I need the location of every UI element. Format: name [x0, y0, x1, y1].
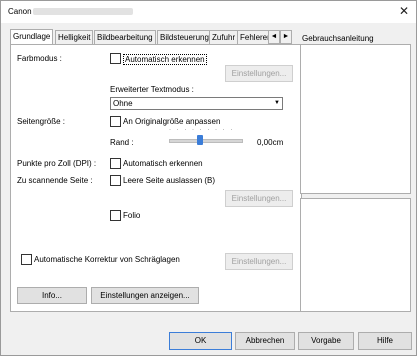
- farbmodus-settings-button[interactable]: Einstellungen...: [225, 65, 293, 82]
- rand-slider-track[interactable]: [169, 139, 243, 143]
- tab-zufuhr[interactable]: Zufuhr: [209, 30, 239, 44]
- help-title: Gebrauchsanleitung: [302, 34, 374, 43]
- textmodus-select[interactable]: Ohne ▼: [110, 97, 283, 110]
- skew-settings-button[interactable]: Einstellungen...: [225, 253, 293, 270]
- farbmodus-auto-label[interactable]: Automatisch erkennen: [123, 54, 207, 65]
- dpi-auto-label: Automatisch erkennen: [123, 159, 203, 168]
- scan-side-label: Zu scannende Seite :: [17, 176, 93, 185]
- tab-bildsteuerung[interactable]: Bildsteuerung: [157, 30, 212, 44]
- seitengroesse-match-checkbox[interactable]: [110, 116, 121, 127]
- title-redacted: [33, 8, 133, 15]
- textmodus-label: Erweiterter Textmodus :: [110, 85, 194, 94]
- rand-slider-thumb[interactable]: [197, 135, 203, 145]
- textmodus-value: Ohne: [113, 99, 133, 108]
- help-button[interactable]: Hilfe: [358, 332, 412, 350]
- title-bar: Canon ✕: [1, 1, 416, 23]
- rand-value: 0,00cm: [257, 138, 284, 147]
- dpi-label: Punkte pro Zoll (DPI) :: [17, 159, 97, 168]
- scan-side-settings-button[interactable]: Einstellungen...: [225, 190, 293, 207]
- close-icon[interactable]: ✕: [399, 4, 409, 18]
- tab-panel-grundlage: Farbmodus : Automatisch erkennen Einstel…: [10, 44, 302, 312]
- skip-blank-checkbox[interactable]: [110, 175, 121, 186]
- skew-label: Automatische Korrektur von Schräglagen: [34, 255, 180, 264]
- help-pane-top: [300, 44, 411, 194]
- tab-fehlererkennung[interactable]: Fehlererk: [237, 30, 270, 44]
- rand-label: Rand :: [110, 138, 134, 147]
- default-button[interactable]: Vorgabe: [298, 332, 354, 350]
- rand-slider-ticks: · · · · · · · · ·: [169, 127, 235, 133]
- tab-scroll-right-icon[interactable]: ►: [280, 30, 292, 44]
- show-settings-button[interactable]: Einstellungen anzeigen...: [91, 287, 199, 304]
- cancel-button[interactable]: Abbrechen: [235, 332, 295, 350]
- farbmodus-label: Farbmodus :: [17, 54, 62, 63]
- tab-scroll-left-icon[interactable]: ◄: [268, 30, 280, 44]
- seitengroesse-match-label: An Originalgröße anpassen: [123, 117, 221, 126]
- chevron-down-icon: ▼: [274, 100, 280, 106]
- folio-checkbox[interactable]: [110, 210, 121, 221]
- seitengroesse-label: Seitengröße :: [17, 117, 66, 126]
- info-button[interactable]: Info...: [17, 287, 87, 304]
- tab-helligkeit[interactable]: Helligkeit: [55, 30, 94, 44]
- tab-grundlage[interactable]: Grundlage: [10, 29, 54, 44]
- tab-bildbearbeitung[interactable]: Bildbearbeitung: [94, 30, 156, 44]
- dialog-window: Canon ✕ Grundlage Helligkeit Bildbearbei…: [0, 0, 417, 356]
- help-pane-bottom: [300, 198, 411, 312]
- ok-button[interactable]: OK: [169, 332, 232, 350]
- dpi-auto-checkbox[interactable]: [110, 158, 121, 169]
- farbmodus-auto-checkbox[interactable]: [110, 53, 121, 64]
- skip-blank-label: Leere Seite auslassen (B): [123, 176, 216, 185]
- folio-label: Folio: [123, 211, 141, 220]
- window-title: Canon: [8, 7, 32, 16]
- skew-checkbox[interactable]: [21, 254, 32, 265]
